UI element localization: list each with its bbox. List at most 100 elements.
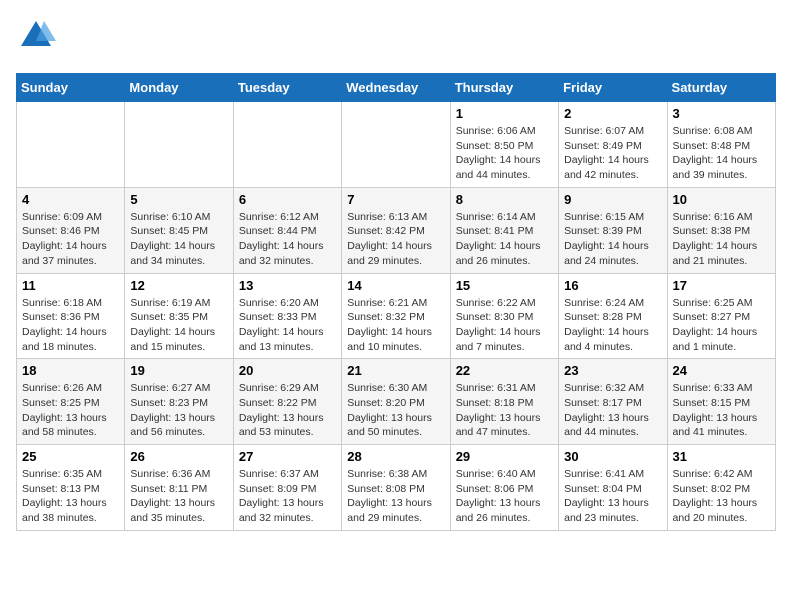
header-wednesday: Wednesday [342, 74, 450, 102]
day-content: Sunrise: 6:24 AM Sunset: 8:28 PM Dayligh… [564, 296, 661, 355]
day-number: 18 [22, 363, 119, 378]
day-content: Sunrise: 6:09 AM Sunset: 8:46 PM Dayligh… [22, 210, 119, 269]
day-number: 30 [564, 449, 661, 464]
day-content: Sunrise: 6:08 AM Sunset: 8:48 PM Dayligh… [673, 124, 770, 183]
calendar-table: SundayMondayTuesdayWednesdayThursdayFrid… [16, 73, 776, 531]
day-content: Sunrise: 6:41 AM Sunset: 8:04 PM Dayligh… [564, 467, 661, 526]
day-content: Sunrise: 6:19 AM Sunset: 8:35 PM Dayligh… [130, 296, 227, 355]
calendar-week-2: 4 Sunrise: 6:09 AM Sunset: 8:46 PM Daylig… [17, 187, 776, 273]
calendar-week-4: 18 Sunrise: 6:26 AM Sunset: 8:25 PM Dayli… [17, 359, 776, 445]
day-number: 28 [347, 449, 444, 464]
empty-cell [17, 102, 125, 188]
logo-icon [16, 16, 56, 56]
day-number: 19 [130, 363, 227, 378]
day-number: 24 [673, 363, 770, 378]
day-number: 29 [456, 449, 553, 464]
calendar-week-5: 25 Sunrise: 6:35 AM Sunset: 8:13 PM Dayli… [17, 445, 776, 531]
day-number: 7 [347, 192, 444, 207]
calendar-day-30: 30 Sunrise: 6:41 AM Sunset: 8:04 PM Dayli… [559, 445, 667, 531]
logo [16, 16, 56, 61]
day-content: Sunrise: 6:18 AM Sunset: 8:36 PM Dayligh… [22, 296, 119, 355]
calendar-day-10: 10 Sunrise: 6:16 AM Sunset: 8:38 PM Dayli… [667, 187, 775, 273]
day-number: 20 [239, 363, 336, 378]
day-content: Sunrise: 6:13 AM Sunset: 8:42 PM Dayligh… [347, 210, 444, 269]
calendar-day-15: 15 Sunrise: 6:22 AM Sunset: 8:30 PM Dayli… [450, 273, 558, 359]
day-content: Sunrise: 6:15 AM Sunset: 8:39 PM Dayligh… [564, 210, 661, 269]
calendar-day-12: 12 Sunrise: 6:19 AM Sunset: 8:35 PM Dayli… [125, 273, 233, 359]
header-friday: Friday [559, 74, 667, 102]
day-number: 27 [239, 449, 336, 464]
day-number: 11 [22, 278, 119, 293]
calendar-day-3: 3 Sunrise: 6:08 AM Sunset: 8:48 PM Daylig… [667, 102, 775, 188]
calendar-day-28: 28 Sunrise: 6:38 AM Sunset: 8:08 PM Dayli… [342, 445, 450, 531]
calendar-day-22: 22 Sunrise: 6:31 AM Sunset: 8:18 PM Dayli… [450, 359, 558, 445]
calendar-week-1: 1 Sunrise: 6:06 AM Sunset: 8:50 PM Daylig… [17, 102, 776, 188]
day-number: 5 [130, 192, 227, 207]
day-number: 12 [130, 278, 227, 293]
day-number: 3 [673, 106, 770, 121]
header-thursday: Thursday [450, 74, 558, 102]
day-content: Sunrise: 6:37 AM Sunset: 8:09 PM Dayligh… [239, 467, 336, 526]
calendar-day-1: 1 Sunrise: 6:06 AM Sunset: 8:50 PM Daylig… [450, 102, 558, 188]
day-content: Sunrise: 6:10 AM Sunset: 8:45 PM Dayligh… [130, 210, 227, 269]
day-content: Sunrise: 6:30 AM Sunset: 8:20 PM Dayligh… [347, 381, 444, 440]
calendar-day-31: 31 Sunrise: 6:42 AM Sunset: 8:02 PM Dayli… [667, 445, 775, 531]
day-content: Sunrise: 6:35 AM Sunset: 8:13 PM Dayligh… [22, 467, 119, 526]
day-content: Sunrise: 6:26 AM Sunset: 8:25 PM Dayligh… [22, 381, 119, 440]
day-content: Sunrise: 6:25 AM Sunset: 8:27 PM Dayligh… [673, 296, 770, 355]
day-content: Sunrise: 6:32 AM Sunset: 8:17 PM Dayligh… [564, 381, 661, 440]
day-number: 23 [564, 363, 661, 378]
day-number: 15 [456, 278, 553, 293]
day-content: Sunrise: 6:20 AM Sunset: 8:33 PM Dayligh… [239, 296, 336, 355]
day-content: Sunrise: 6:36 AM Sunset: 8:11 PM Dayligh… [130, 467, 227, 526]
calendar-day-14: 14 Sunrise: 6:21 AM Sunset: 8:32 PM Dayli… [342, 273, 450, 359]
day-number: 16 [564, 278, 661, 293]
day-content: Sunrise: 6:40 AM Sunset: 8:06 PM Dayligh… [456, 467, 553, 526]
header-saturday: Saturday [667, 74, 775, 102]
day-content: Sunrise: 6:21 AM Sunset: 8:32 PM Dayligh… [347, 296, 444, 355]
calendar-day-27: 27 Sunrise: 6:37 AM Sunset: 8:09 PM Dayli… [233, 445, 341, 531]
day-content: Sunrise: 6:33 AM Sunset: 8:15 PM Dayligh… [673, 381, 770, 440]
day-number: 14 [347, 278, 444, 293]
day-content: Sunrise: 6:27 AM Sunset: 8:23 PM Dayligh… [130, 381, 227, 440]
calendar-day-5: 5 Sunrise: 6:10 AM Sunset: 8:45 PM Daylig… [125, 187, 233, 273]
day-content: Sunrise: 6:22 AM Sunset: 8:30 PM Dayligh… [456, 296, 553, 355]
calendar-day-6: 6Sunrise: 6:12 AM Sunset: 8:44 PM Daylig… [233, 187, 341, 273]
day-number: 10 [673, 192, 770, 207]
day-content: Sunrise: 6:14 AM Sunset: 8:41 PM Dayligh… [456, 210, 553, 269]
empty-cell [342, 102, 450, 188]
day-number: 31 [673, 449, 770, 464]
calendar-day-20: 20 Sunrise: 6:29 AM Sunset: 8:22 PM Dayli… [233, 359, 341, 445]
calendar-day-2: 2 Sunrise: 6:07 AM Sunset: 8:49 PM Daylig… [559, 102, 667, 188]
day-number: 6 [239, 192, 336, 207]
day-number: 22 [456, 363, 553, 378]
day-content: Sunrise: 6:42 AM Sunset: 8:02 PM Dayligh… [673, 467, 770, 526]
header [16, 16, 776, 61]
day-content: Sunrise: 6:06 AM Sunset: 8:50 PM Dayligh… [456, 124, 553, 183]
header-monday: Monday [125, 74, 233, 102]
day-number: 13 [239, 278, 336, 293]
day-number: 1 [456, 106, 553, 121]
calendar-day-17: 17Sunrise: 6:25 AM Sunset: 8:27 PM Dayli… [667, 273, 775, 359]
day-content: Sunrise: 6:16 AM Sunset: 8:38 PM Dayligh… [673, 210, 770, 269]
day-content: Sunrise: 6:38 AM Sunset: 8:08 PM Dayligh… [347, 467, 444, 526]
calendar-day-21: 21 Sunrise: 6:30 AM Sunset: 8:20 PM Dayli… [342, 359, 450, 445]
day-content: Sunrise: 6:07 AM Sunset: 8:49 PM Dayligh… [564, 124, 661, 183]
day-content: Sunrise: 6:29 AM Sunset: 8:22 PM Dayligh… [239, 381, 336, 440]
calendar-day-13: 13 Sunrise: 6:20 AM Sunset: 8:33 PM Dayli… [233, 273, 341, 359]
day-number: 25 [22, 449, 119, 464]
day-content: Sunrise: 6:31 AM Sunset: 8:18 PM Dayligh… [456, 381, 553, 440]
calendar-day-9: 9Sunrise: 6:15 AM Sunset: 8:39 PM Daylig… [559, 187, 667, 273]
calendar-day-26: 26 Sunrise: 6:36 AM Sunset: 8:11 PM Dayli… [125, 445, 233, 531]
day-number: 2 [564, 106, 661, 121]
calendar-day-18: 18 Sunrise: 6:26 AM Sunset: 8:25 PM Dayli… [17, 359, 125, 445]
calendar-day-24: 24 Sunrise: 6:33 AM Sunset: 8:15 PM Dayli… [667, 359, 775, 445]
empty-cell [233, 102, 341, 188]
empty-cell [125, 102, 233, 188]
calendar-week-3: 11 Sunrise: 6:18 AM Sunset: 8:36 PM Dayli… [17, 273, 776, 359]
day-number: 4 [22, 192, 119, 207]
calendar-day-19: 19 Sunrise: 6:27 AM Sunset: 8:23 PM Dayli… [125, 359, 233, 445]
day-number: 26 [130, 449, 227, 464]
day-number: 21 [347, 363, 444, 378]
calendar-day-8: 8Sunrise: 6:14 AM Sunset: 8:41 PM Daylig… [450, 187, 558, 273]
